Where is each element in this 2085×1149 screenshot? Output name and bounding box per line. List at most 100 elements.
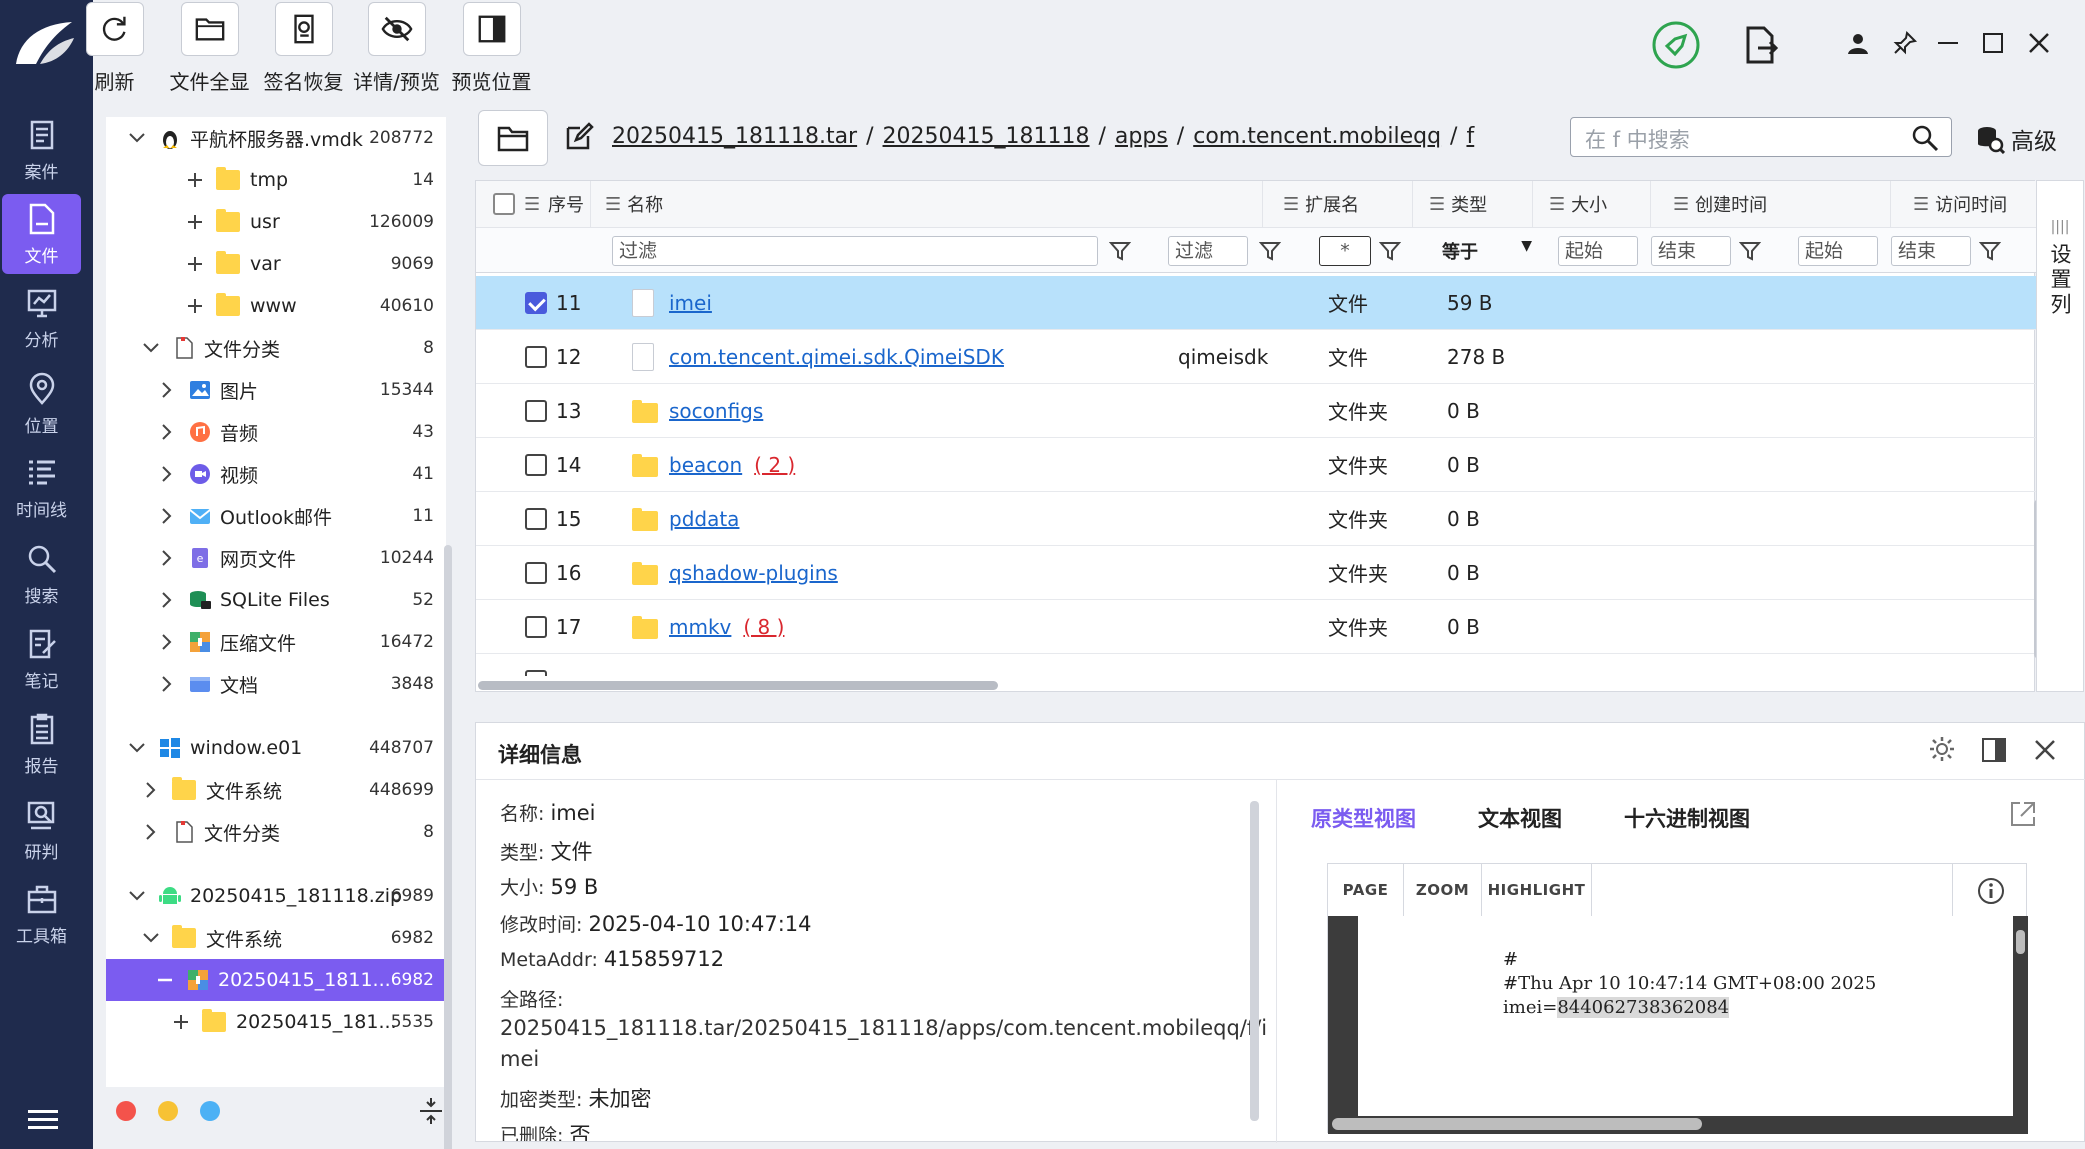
nav-notes[interactable]: 笔记 [2,619,81,699]
row-checkbox[interactable] [525,615,547,638]
tree-node[interactable]: usr 126009 [106,201,446,243]
folder-nav-button[interactable] [478,110,548,166]
shield-check-icon[interactable] [1651,20,1701,70]
row-checkbox[interactable] [525,453,547,476]
tree-node[interactable]: www 40610 [106,285,446,327]
yellow-dot[interactable] [158,1101,178,1121]
chevron-down-icon[interactable] [126,127,148,149]
child-count-badge[interactable]: ( 2 ) [754,453,795,477]
chevron-right-icon[interactable] [156,589,178,611]
tree-node[interactable]: 文件分类 8 [106,327,446,369]
edit-path-icon[interactable] [564,122,594,152]
tree-node[interactable]: 文件分类 8 [106,811,446,853]
col-type-h[interactable]: ☰ 类型 [1413,181,1533,227]
tree-node[interactable]: 平航杯服务器.vmdk 208772 [106,117,446,159]
breadcrumb-item[interactable]: 20250415_181118.tar [612,124,857,149]
tree-scrollbar[interactable] [444,545,452,1149]
tree-node[interactable]: 文档 3848 [106,663,446,705]
zoom-button[interactable]: ZOOM [1404,864,1482,916]
toolbar-refresh-button[interactable]: 刷新 [67,0,162,95]
filter-icon[interactable] [1379,240,1401,262]
tree-node[interactable]: 压缩文件 16472 [106,621,446,663]
chevron-right-icon[interactable] [156,673,178,695]
row-name-link[interactable]: com.tencent.qimei.sdk.QimeiSDK [669,345,1004,369]
toolbar-signature-button[interactable]: 签名恢复 [256,0,351,95]
name-filter[interactable]: 过滤 [612,236,1098,266]
tree-node[interactable]: 音频 43 [106,411,446,453]
chevron-down-icon[interactable] [126,885,148,907]
nav-timeline[interactable]: 时间线 [2,448,81,528]
horizontal-scrollbar[interactable] [478,681,998,690]
breadcrumb-item[interactable]: 20250415_181118 [883,124,1090,149]
tree-node[interactable]: 20250415_181... 5535 [106,1001,446,1043]
external-open-icon[interactable] [2008,799,2038,829]
tree-node[interactable]: Outlook邮件 11 [106,495,446,537]
row-checkbox[interactable] [525,291,547,314]
col-size-h[interactable]: ☰ 大小 [1533,181,1651,227]
search-icon[interactable] [1911,124,1939,152]
pin-icon[interactable] [1892,30,1918,56]
filter-icon[interactable] [1259,240,1281,262]
close-panel-icon[interactable] [2034,739,2056,761]
settings-icon[interactable] [1928,735,1956,763]
col-ext-h[interactable]: ☰ 扩展名 [1263,181,1413,227]
chevron-right-icon[interactable] [156,379,178,401]
blue-dot[interactable] [200,1101,220,1121]
red-dot[interactable] [116,1101,136,1121]
column-settings[interactable]: |||| 设置列 [2036,180,2084,692]
close-icon[interactable] [2028,32,2050,54]
chevron-down-icon[interactable] [126,737,148,759]
chevron-right-icon[interactable] [140,821,162,843]
row-checkbox[interactable] [525,507,547,530]
user-icon[interactable] [1846,32,1870,56]
chevron-right-icon[interactable] [156,421,178,443]
table-row[interactable]: 11 imei 文件 59 B [476,276,2036,330]
select-all-checkbox[interactable] [493,193,515,215]
viewer-vscrollbar[interactable] [2016,930,2025,954]
chevron-down-icon[interactable] [140,337,162,359]
tree-node[interactable]: 图片 15344 [106,369,446,411]
expand-icon[interactable] [184,253,206,275]
row-name-link[interactable]: pddata [669,507,739,531]
toolbar-panel-right-button[interactable]: 预览位置 [444,0,539,95]
nav-judgement[interactable]: 研判 [2,790,81,870]
filter-icon[interactable] [1109,240,1131,262]
filter-icon[interactable] [1739,240,1761,262]
export-file-icon[interactable] [1744,26,1778,64]
nav-toolbox[interactable]: 工具箱 [2,874,81,954]
chevron-right-icon[interactable] [156,463,178,485]
table-row[interactable]: 12 com.tencent.qimei.sdk.QimeiSDK qimeisdk… [476,330,2036,384]
expand-icon[interactable] [184,169,206,191]
chevron-right-icon[interactable] [156,505,178,527]
breadcrumb-item[interactable]: apps [1115,124,1168,149]
row-checkbox[interactable] [525,669,547,676]
ctime-start[interactable]: 起始 [1558,236,1638,266]
breadcrumb-item[interactable]: f [1466,124,1474,149]
panel-layout-icon[interactable] [1981,737,2007,763]
chevron-down-icon[interactable] [140,927,162,949]
search-box[interactable]: 在 f 中搜索 [1570,117,1952,157]
nav-analysis[interactable]: 分析 [2,278,81,358]
atime-start[interactable]: 起始 [1798,236,1878,266]
nav-search[interactable]: 搜索 [2,534,81,614]
row-name-link[interactable]: beacon [669,453,742,477]
viewer-hscrollbar[interactable] [1332,1118,1702,1130]
row-name-link[interactable]: imei [669,291,712,315]
tree-node[interactable]: 20250415_181118.zip 6989 [106,875,446,917]
table-row[interactable]: 17 mmkv ( 8 ) 文件夹 0 B [476,600,2036,654]
chevron-right-icon[interactable] [156,547,178,569]
nav-file[interactable]: 文件 [2,194,81,274]
column-menu-icon[interactable]: ☰ [524,194,540,215]
row-checkbox[interactable] [525,345,547,368]
col-index[interactable]: 序号 [548,191,584,217]
menu-icon[interactable] [28,1108,58,1132]
tree-node[interactable]: tmp 14 [106,159,446,201]
tree-node[interactable]: 20250415_1811... 6982 [106,959,446,1001]
details-scrollbar[interactable] [1250,801,1259,1121]
maximize-icon[interactable] [1982,32,2004,54]
table-row[interactable]: 15 pddata 文件夹 0 B [476,492,2036,546]
chevron-right-icon[interactable] [140,779,162,801]
row-name-link[interactable]: soconfigs [669,399,763,423]
child-count-badge[interactable]: ( 8 ) [743,615,784,639]
ctime-end[interactable]: 结束 [1651,236,1731,266]
